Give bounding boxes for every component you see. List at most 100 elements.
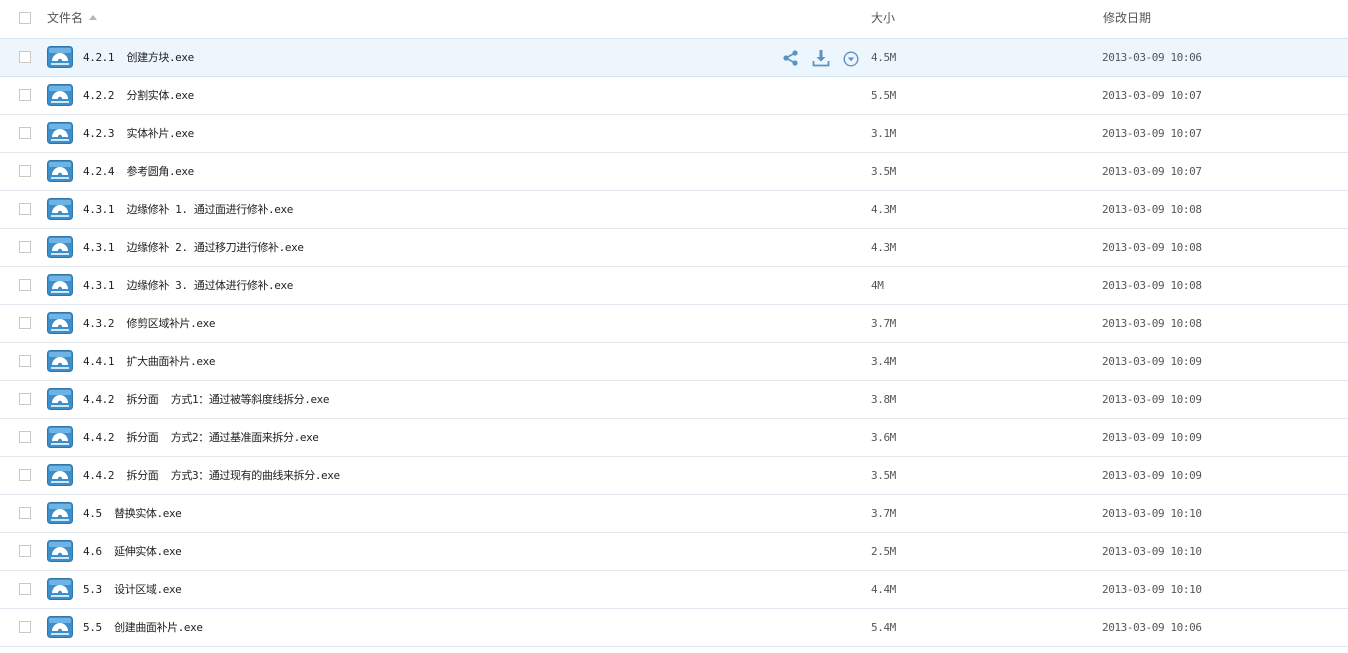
sort-ascending-icon (89, 15, 98, 20)
exe-file-icon[interactable] (47, 464, 73, 486)
file-row[interactable]: 4.6 延伸实体.exe 2.5M 2013-03-09 10:10 (0, 533, 1348, 571)
file-size: 4.5M (871, 51, 896, 64)
file-row[interactable]: 4.2.3 实体补片.exe 3.1M 2013-03-09 10:07 (0, 115, 1348, 153)
file-name-link[interactable]: 4.6 延伸实体.exe (83, 545, 182, 559)
file-name-link[interactable]: 4.3.2 修剪区域补片.exe (83, 317, 215, 331)
file-modified-date: 2013-03-09 10:07 (1102, 127, 1202, 140)
file-size: 3.8M (871, 393, 896, 406)
row-checkbox[interactable] (19, 393, 31, 405)
exe-file-icon[interactable] (47, 616, 73, 638)
column-header-name[interactable]: 文件名 (47, 11, 98, 25)
file-name-link[interactable]: 4.5 替换实体.exe (83, 507, 182, 521)
exe-file-icon[interactable] (47, 426, 73, 448)
exe-file-icon[interactable] (47, 84, 73, 106)
file-modified-date: 2013-03-09 10:06 (1102, 51, 1202, 64)
row-checkbox[interactable] (19, 583, 31, 595)
row-checkbox[interactable] (19, 165, 31, 177)
file-size: 3.1M (871, 127, 896, 140)
download-icon[interactable] (811, 48, 831, 68)
more-options-icon[interactable] (841, 49, 861, 69)
column-header-date[interactable]: 修改日期 (1103, 11, 1151, 25)
file-row[interactable]: 4.4.2 拆分面 方式3：通过现有的曲线来拆分.exe 3.5M 2013-03-… (0, 457, 1348, 495)
share-icon[interactable] (781, 48, 801, 68)
file-name-link[interactable]: 4.3.1 边缘修补 3. 通过体进行修补.exe (83, 279, 293, 293)
file-name-link[interactable]: 5.5 创建曲面补片.exe (83, 621, 203, 635)
exe-file-icon[interactable] (47, 578, 73, 600)
file-size: 5.4M (871, 621, 896, 634)
file-name-link[interactable]: 4.3.1 边缘修补 2. 通过移刀进行修补.exe (83, 241, 304, 255)
file-row[interactable]: 4.3.1 边缘修补 2. 通过移刀进行修补.exe 4.3M 2013-03-09… (0, 229, 1348, 267)
file-list-header: 文件名 大小 修改日期 (0, 0, 1348, 39)
file-size: 5.5M (871, 89, 896, 102)
exe-file-icon[interactable] (47, 122, 73, 144)
file-modified-date: 2013-03-09 10:09 (1102, 469, 1202, 482)
file-size: 3.5M (871, 469, 896, 482)
row-checkbox[interactable] (19, 507, 31, 519)
select-all-checkbox[interactable] (19, 12, 31, 24)
file-row[interactable]: 4.3.2 修剪区域补片.exe 3.7M 2013-03-09 10:08 (0, 305, 1348, 343)
file-name-link[interactable]: 4.4.2 拆分面 方式3：通过现有的曲线来拆分.exe (83, 469, 340, 483)
file-size: 4.3M (871, 203, 896, 216)
file-size: 3.6M (871, 431, 896, 444)
file-size: 3.7M (871, 317, 896, 330)
file-size: 3.5M (871, 165, 896, 178)
file-row[interactable]: 4.4.1 扩大曲面补片.exe 3.4M 2013-03-09 10:09 (0, 343, 1348, 381)
file-size: 4.3M (871, 241, 896, 254)
exe-file-icon[interactable] (47, 46, 73, 68)
file-name-link[interactable]: 4.4.2 拆分面 方式1：通过被等斜度线拆分.exe (83, 393, 330, 407)
file-row[interactable]: 4.4.2 拆分面 方式2：通过基准面来拆分.exe 3.6M 2013-03-09… (0, 419, 1348, 457)
exe-file-icon[interactable] (47, 236, 73, 258)
file-name-link[interactable]: 4.4.1 扩大曲面补片.exe (83, 355, 215, 369)
file-name-link[interactable]: 5.3 设计区域.exe (83, 583, 182, 597)
file-name-link[interactable]: 4.3.1 边缘修补 1. 通过面进行修补.exe (83, 203, 293, 217)
file-name-link[interactable]: 4.4.2 拆分面 方式2：通过基准面来拆分.exe (83, 431, 319, 445)
file-modified-date: 2013-03-09 10:07 (1102, 165, 1202, 178)
row-checkbox[interactable] (19, 241, 31, 253)
row-checkbox[interactable] (19, 355, 31, 367)
row-checkbox[interactable] (19, 317, 31, 329)
file-size: 4M (871, 279, 884, 292)
exe-file-icon[interactable] (47, 274, 73, 296)
file-row[interactable]: 4.2.1 创建方块.exe 4.5M 2013-03-09 10:06 (0, 39, 1348, 77)
file-size: 3.7M (871, 507, 896, 520)
file-row[interactable]: 4.3.1 边缘修补 3. 通过体进行修补.exe 4M 2013-03-09 10… (0, 267, 1348, 305)
file-name-link[interactable]: 4.2.3 实体补片.exe (83, 127, 194, 141)
file-modified-date: 2013-03-09 10:08 (1102, 203, 1202, 216)
row-checkbox[interactable] (19, 51, 31, 63)
exe-file-icon[interactable] (47, 312, 73, 334)
file-modified-date: 2013-03-09 10:10 (1102, 507, 1202, 520)
file-row[interactable]: 4.5 替换实体.exe 3.7M 2013-03-09 10:10 (0, 495, 1348, 533)
row-checkbox[interactable] (19, 431, 31, 443)
file-size: 4.4M (871, 583, 896, 596)
file-size: 2.5M (871, 545, 896, 558)
file-modified-date: 2013-03-09 10:08 (1102, 241, 1202, 254)
file-row[interactable]: 5.5 创建曲面补片.exe 5.4M 2013-03-09 10:06 (0, 609, 1348, 647)
file-modified-date: 2013-03-09 10:06 (1102, 621, 1202, 634)
file-modified-date: 2013-03-09 10:09 (1102, 431, 1202, 444)
row-checkbox[interactable] (19, 621, 31, 633)
row-checkbox[interactable] (19, 469, 31, 481)
row-checkbox[interactable] (19, 279, 31, 291)
file-row[interactable]: 4.3.1 边缘修补 1. 通过面进行修补.exe 4.3M 2013-03-09 … (0, 191, 1348, 229)
file-row[interactable]: 5.3 设计区域.exe 4.4M 2013-03-09 10:10 (0, 571, 1348, 609)
row-checkbox[interactable] (19, 545, 31, 557)
exe-file-icon[interactable] (47, 388, 73, 410)
exe-file-icon[interactable] (47, 350, 73, 372)
row-checkbox[interactable] (19, 203, 31, 215)
file-modified-date: 2013-03-09 10:08 (1102, 317, 1202, 330)
file-row[interactable]: 4.2.4 参考圆角.exe 3.5M 2013-03-09 10:07 (0, 153, 1348, 191)
exe-file-icon[interactable] (47, 160, 73, 182)
row-checkbox[interactable] (19, 127, 31, 139)
column-header-size[interactable]: 大小 (871, 11, 895, 25)
file-row[interactable]: 4.4.2 拆分面 方式1：通过被等斜度线拆分.exe 3.8M 2013-03-0… (0, 381, 1348, 419)
exe-file-icon[interactable] (47, 198, 73, 220)
file-row[interactable]: 4.2.2 分割实体.exe 5.5M 2013-03-09 10:07 (0, 77, 1348, 115)
exe-file-icon[interactable] (47, 540, 73, 562)
file-name-link[interactable]: 4.2.2 分割实体.exe (83, 89, 194, 103)
file-name-link[interactable]: 4.2.1 创建方块.exe (83, 51, 194, 65)
exe-file-icon[interactable] (47, 502, 73, 524)
row-checkbox[interactable] (19, 89, 31, 101)
file-name-link[interactable]: 4.2.4 参考圆角.exe (83, 165, 194, 179)
file-modified-date: 2013-03-09 10:09 (1102, 393, 1202, 406)
file-modified-date: 2013-03-09 10:07 (1102, 89, 1202, 102)
